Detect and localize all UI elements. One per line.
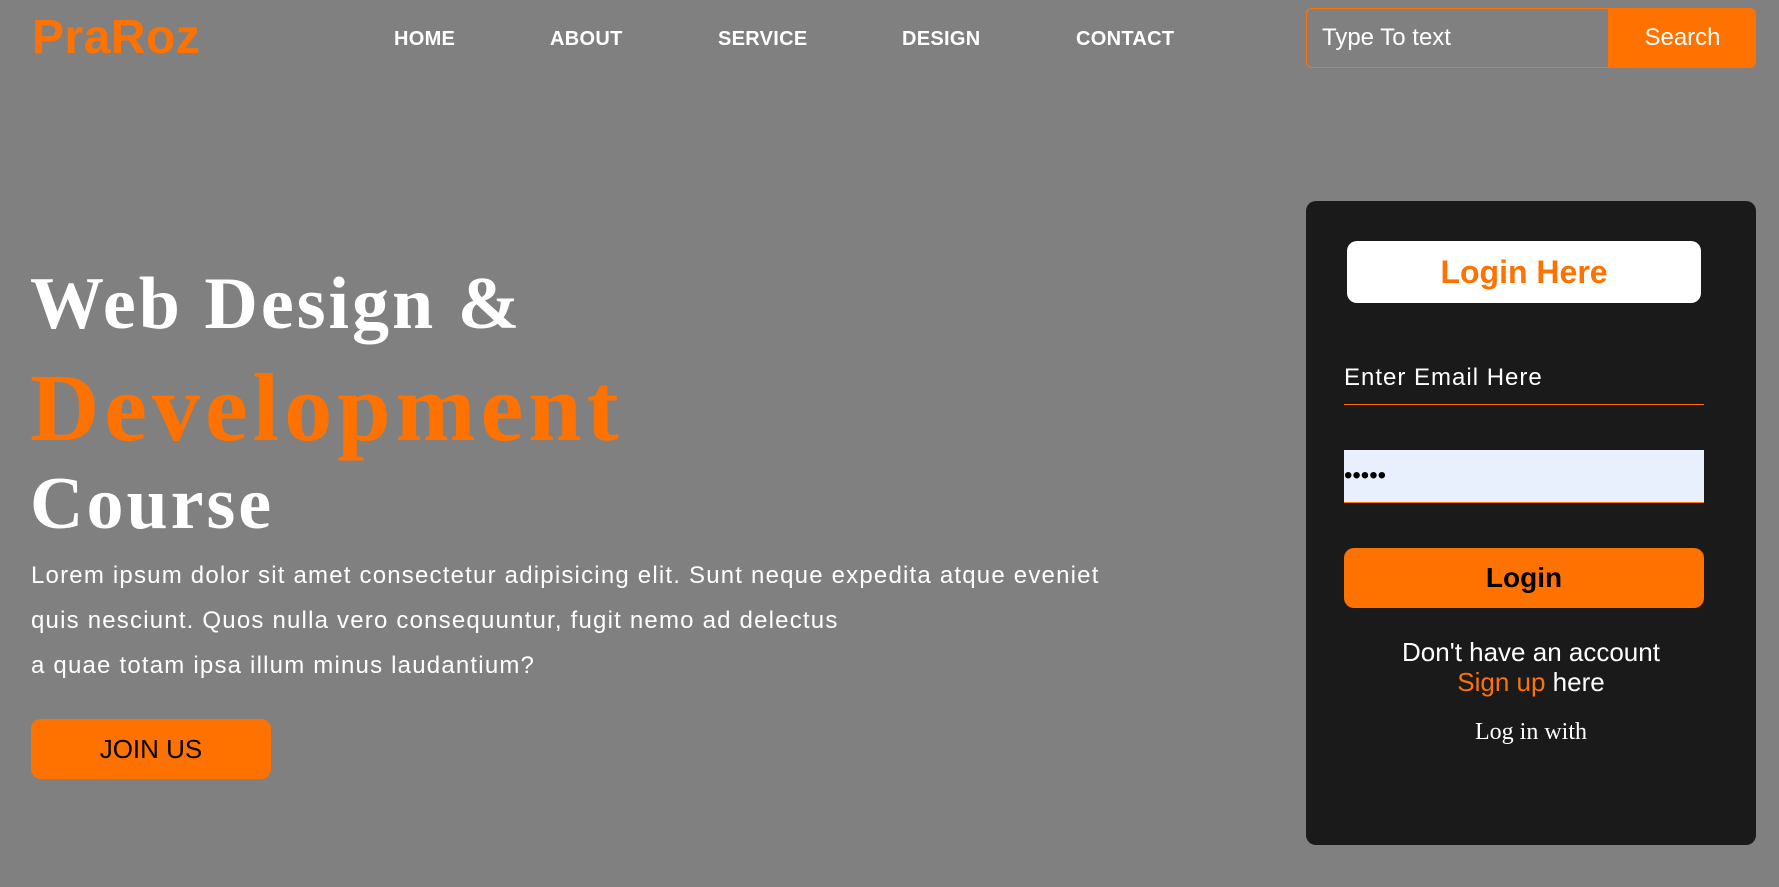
hero-paragraph: Lorem ipsum dolor sit amet consectetur a…	[31, 553, 1211, 688]
search-button[interactable]: Search	[1608, 9, 1755, 67]
hero-paragraph-line: Lorem ipsum dolor sit amet consectetur a…	[31, 562, 1100, 589]
hero-title-highlight: Development	[30, 354, 624, 461]
search-bar: Search	[1306, 8, 1756, 68]
signup-suffix: here	[1545, 667, 1605, 697]
hero-title-line3: Course	[30, 463, 275, 545]
logo: PraRoz	[32, 11, 201, 64]
nav-home[interactable]: HOME	[394, 28, 455, 51]
page: PraRoz HOME ABOUT SERVICE DESIGN CONTACT…	[0, 0, 1779, 887]
signup-line: Sign up here	[1306, 667, 1756, 697]
password-field[interactable]	[1344, 450, 1704, 503]
signup-prompt: Don't have an account Sign up here	[1306, 637, 1756, 697]
search-input[interactable]	[1307, 9, 1608, 67]
nav-service[interactable]: SERVICE	[718, 28, 808, 51]
nav-about[interactable]: ABOUT	[550, 28, 623, 51]
nav-design[interactable]: DESIGN	[902, 28, 980, 51]
hero-title-line1: Web Design &	[30, 263, 523, 345]
nav-contact[interactable]: CONTACT	[1076, 28, 1174, 51]
hero-paragraph-line: a quae totam ipsa illum minus laudantium…	[31, 652, 536, 679]
join-us-button[interactable]: JOIN US	[31, 719, 271, 779]
login-card: Login Here Login Don't have an account S…	[1306, 201, 1756, 845]
hero-paragraph-line: quis nesciunt. Quos nulla vero consequun…	[31, 607, 839, 634]
no-account-text: Don't have an account	[1402, 637, 1660, 667]
login-button[interactable]: Login	[1344, 548, 1704, 608]
signup-link[interactable]: Sign up	[1457, 667, 1545, 697]
login-with-text: Log in with	[1475, 719, 1587, 745]
email-field[interactable]	[1344, 351, 1704, 405]
login-title: Login Here	[1347, 241, 1701, 303]
